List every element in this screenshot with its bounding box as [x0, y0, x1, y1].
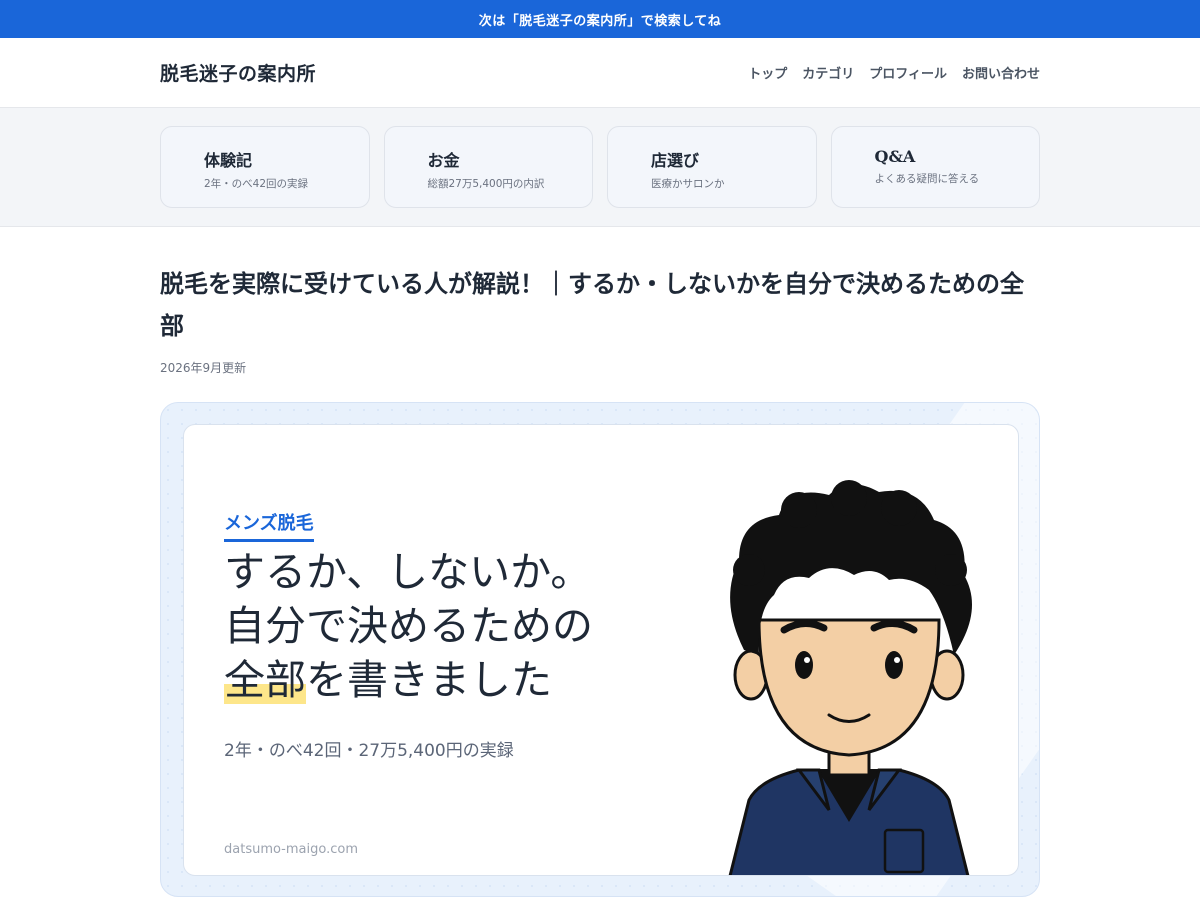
- card-title: お金: [427, 151, 460, 170]
- card-subtitle: 総額27万5,400円の内訳: [427, 178, 545, 190]
- card-subtitle: 医療かサロンか: [651, 178, 725, 190]
- card-subtitle: よくある疑問に答える: [874, 173, 980, 185]
- updated-date: 2026年9月更新: [160, 361, 247, 375]
- hero-line-3: 全部を書きました: [224, 653, 593, 707]
- hero-highlight: 全部: [224, 656, 306, 704]
- hero-line-2: 自分で決めるための: [224, 602, 593, 650]
- hero-card: メンズ脱毛 するか、しないか。 自分で決めるための 全部を書きました 2年・のべ…: [183, 424, 1019, 876]
- avatar-illustration: [728, 480, 972, 875]
- card-title: 店選び: [651, 151, 700, 170]
- hero-meta: 2年・のべ42回・27万5,400円の実録: [224, 741, 514, 761]
- hero-headline: するか、しないか。 自分で決めるための 全部を書きました: [224, 545, 593, 707]
- announcement-bar: 次は「脱毛迷子の案内所」で検索してね: [0, 0, 1200, 38]
- hero-image: メンズ脱毛 するか、しないか。 自分で決めるための 全部を書きました 2年・のべ…: [160, 402, 1040, 897]
- category-cards-band: 体験記 2年・のべ42回の実録 お金 総額27万5,400円の内訳 店選び 医療…: [0, 108, 1200, 227]
- category-card-experience[interactable]: 体験記 2年・のべ42回の実録: [160, 126, 370, 208]
- nav-link-contact[interactable]: お問い合わせ: [962, 63, 1040, 82]
- card-subtitle: 2年・のべ42回の実録: [204, 178, 309, 190]
- site-logo[interactable]: 脱毛迷子の案内所: [160, 59, 316, 86]
- nav-link-profile[interactable]: プロフィール: [869, 63, 947, 82]
- site-header: 脱毛迷子の案内所 トップ カテゴリ プロフィール お問い合わせ: [0, 38, 1200, 108]
- main-nav: トップ カテゴリ プロフィール お問い合わせ: [748, 63, 1040, 82]
- nav-link-top[interactable]: トップ: [748, 63, 787, 82]
- hero-domain: datsumo-maigo.com: [224, 842, 358, 857]
- hero-line-3-rest: を書きました: [306, 656, 552, 704]
- card-title: 体験記: [204, 151, 253, 170]
- card-title: Q&A: [874, 147, 916, 166]
- nav-link-category[interactable]: カテゴリ: [802, 63, 854, 82]
- article: 脱毛を実際に受けている人が解説！｜するか・しないかを自分で決めるための全部 20…: [160, 227, 1040, 897]
- category-card-qa[interactable]: Q&A よくある疑問に答える: [830, 126, 1040, 208]
- article-title: 脱毛を実際に受けている人が解説！｜するか・しないかを自分で決めるための全部: [160, 269, 1024, 340]
- category-card-money[interactable]: お金 総額27万5,400円の内訳: [383, 126, 593, 208]
- hero-tag: メンズ脱毛: [224, 509, 314, 542]
- hero-line-1: するか、しないか。: [224, 548, 592, 596]
- category-card-shop-choice[interactable]: 店選び 医療かサロンか: [607, 126, 817, 208]
